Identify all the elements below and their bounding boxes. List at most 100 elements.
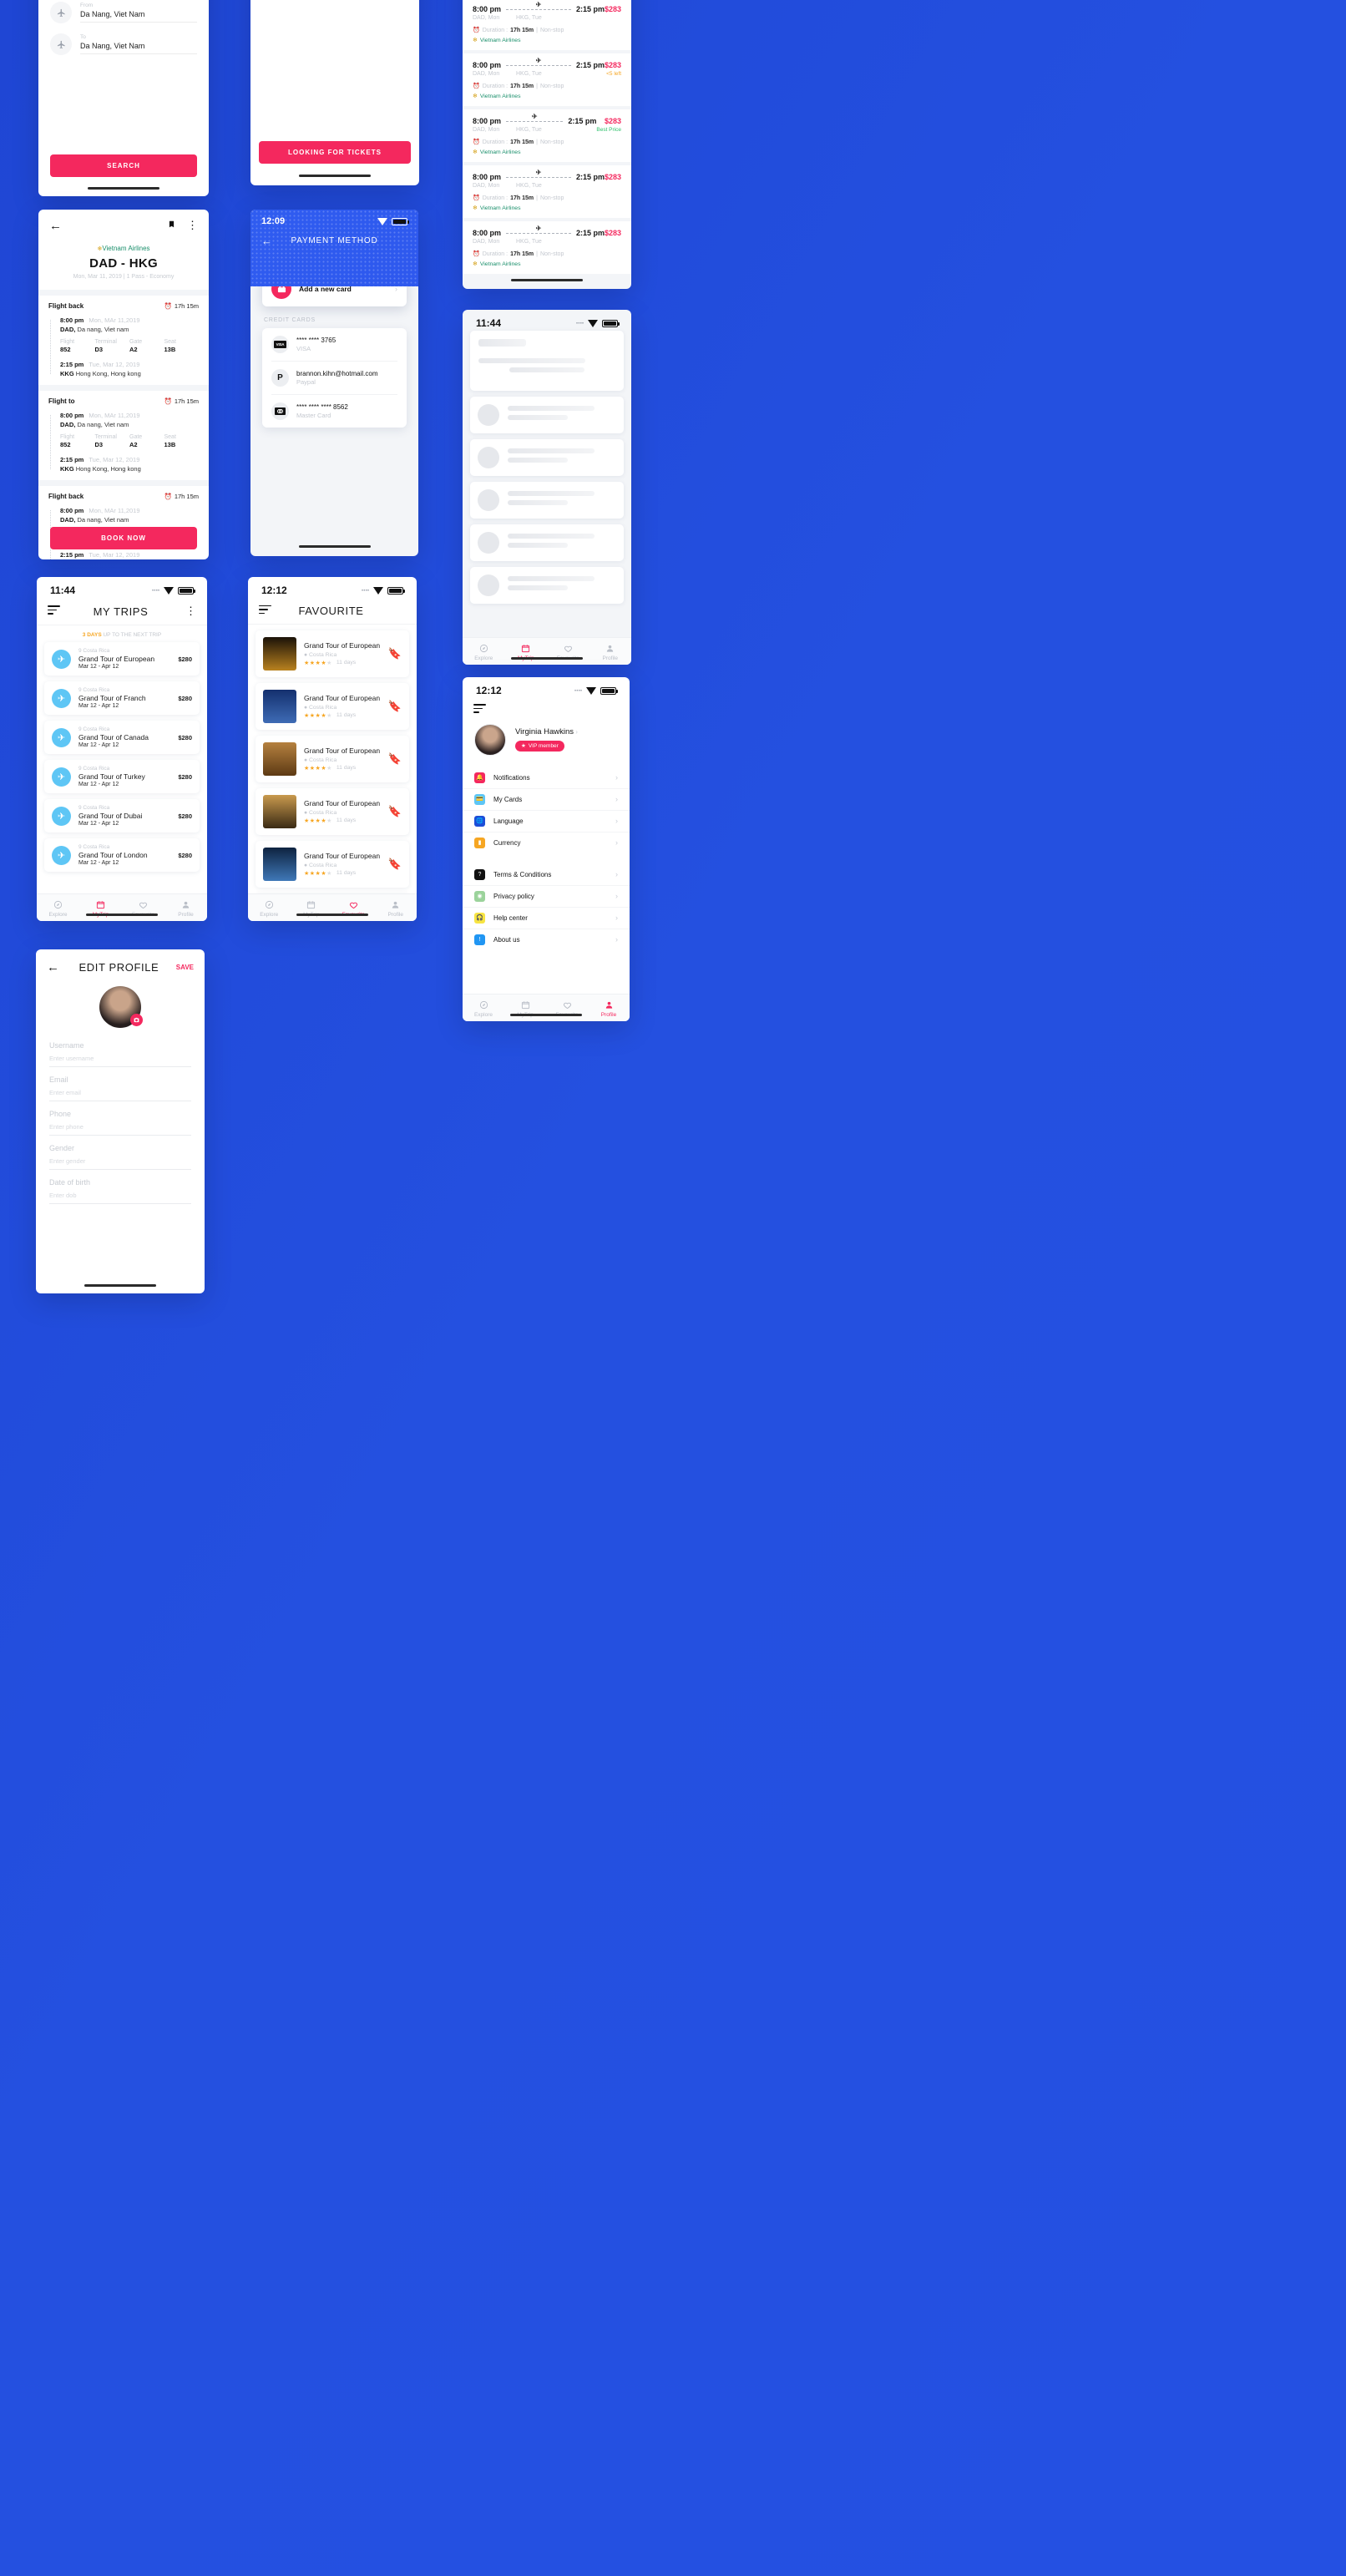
bookmark-icon[interactable]: 🔖: [388, 647, 402, 660]
profile-menu-group-1[interactable]: 🔔 Notifications › 💳 My Cards › 🌐 Language › ▮ Curr…: [463, 767, 630, 853]
destination-location: ● Costa Rica: [304, 651, 337, 658]
tab-explore[interactable]: Explore: [463, 644, 505, 661]
tab-explore[interactable]: Explore: [463, 1000, 504, 1018]
trip-card[interactable]: ✈ 9 Costa Rica Grand Tour of Dubai Mar 12 -…: [44, 799, 200, 833]
edit-profile-fields[interactable]: Username Enter username Email Enter email Ph…: [36, 1033, 205, 1204]
payment-hero: 12:09 ← PAYMENT METHOD: [250, 210, 418, 286]
back-icon[interactable]: ←: [49, 219, 64, 233]
bookmark-icon[interactable]: [168, 218, 175, 233]
payment-card-row[interactable]: Pbrannon.kihn@hotmail.com Paypal: [271, 362, 397, 395]
field-placeholder[interactable]: Enter gender: [49, 1152, 191, 1170]
profile-menu-item[interactable]: 🎧 Help center ›: [463, 906, 630, 929]
profile-menu-item[interactable]: ! About us ›: [463, 928, 630, 950]
to-field-row[interactable]: To Da Nang, Viet Nam: [38, 28, 209, 60]
profile-menu-item[interactable]: ◉ Privacy policy ›: [463, 884, 630, 907]
field-placeholder[interactable]: Enter phone: [49, 1118, 191, 1136]
edit-profile-field[interactable]: Username Enter username: [36, 1033, 205, 1067]
flight-result-item[interactable]: 8:00 pm ✈ 2:15 pm DAD, Mon HKG, Tue $283 ⏰ Dura…: [463, 165, 631, 218]
duration-label: Duration :: [482, 139, 509, 145]
favourite-card[interactable]: Grand Tour of European● Costa Rica★★★★★1…: [256, 683, 409, 730]
favourite-card[interactable]: Grand Tour of European● Costa Rica★★★★★1…: [256, 736, 409, 782]
more-options-icon[interactable]: ⋮: [183, 219, 198, 232]
profile-menu-item[interactable]: ▮ Currency ›: [463, 831, 630, 853]
detail-header: ❄Vietnam Airlines DAD - HKG Mon, Mar 11,…: [38, 241, 209, 290]
card-icon: 💳: [474, 793, 485, 805]
tab-profile[interactable]: Profile: [590, 644, 632, 661]
flight-result-item[interactable]: 8:00 pm ✈ 2:15 pm DAD, Mon HKG, Tue $283 <5 le…: [463, 53, 631, 106]
back-icon[interactable]: ←: [47, 960, 62, 974]
tab-profile[interactable]: Profile: [375, 900, 417, 918]
credit-cards-list[interactable]: VISA **** **** 3765 VISA Pbrannon.kihn@hotm…: [262, 328, 407, 428]
bottom-tab-bar[interactable]: Explore MyTrip Favourite Profile: [248, 893, 417, 921]
menu-icon[interactable]: [259, 605, 271, 617]
trip-card[interactable]: ✈ 9 Costa Rica Grand Tour of Canada Mar 12 …: [44, 721, 200, 754]
bottom-tab-bar[interactable]: Explore MyTrip Favourite Profile: [463, 637, 631, 665]
currency-icon: ▮: [474, 837, 485, 848]
favourite-navbar: FAVOURITE: [248, 598, 417, 625]
edit-profile-field[interactable]: Date of birth Enter dob: [36, 1170, 205, 1204]
arrive-city: Hong Kong, Hong kong: [75, 465, 141, 473]
bottom-tab-bar[interactable]: Explore MyTrip Favourite Profile: [37, 893, 207, 921]
menu-icon[interactable]: [473, 704, 486, 713]
search-button[interactable]: SEARCH: [50, 154, 197, 177]
detail-sections: Flight back ⏰ 17h 15m 8:00 pm Mon, MAr 11,20…: [38, 290, 209, 559]
profile-menu-item[interactable]: 🔔 Notifications ›: [463, 767, 630, 788]
trip-card[interactable]: ✈ 9 Costa Rica Grand Tour of Franch Mar 12 …: [44, 681, 200, 715]
bookmark-icon[interactable]: 🔖: [388, 752, 402, 766]
profile-menu-item[interactable]: 💳 My Cards ›: [463, 787, 630, 810]
edit-profile-field[interactable]: Email Enter email: [36, 1067, 205, 1101]
field-placeholder[interactable]: Enter dob: [49, 1187, 191, 1204]
flight-result-item[interactable]: 8:00 pm ✈ 2:15 pm DAD, Mon HKG, Tue $283 Best …: [463, 109, 631, 162]
tab-profile[interactable]: Profile: [588, 1000, 630, 1018]
edit-profile-field[interactable]: Phone Enter phone: [36, 1101, 205, 1136]
tab-explore[interactable]: Explore: [248, 900, 291, 918]
trip-location: 9 Costa Rica: [78, 726, 110, 732]
tab-explore[interactable]: Explore: [37, 900, 79, 918]
favourite-card[interactable]: Grand Tour of European● Costa Rica★★★★★1…: [256, 630, 409, 677]
from-field-row-top[interactable]: From Da Nang, Viet Nam: [38, 0, 209, 28]
arrive-code: HKG, Tue: [516, 71, 542, 77]
trip-card[interactable]: ✈ 9 Costa Rica Grand Tour of European Mar 1…: [44, 642, 200, 676]
profile-menu-item[interactable]: ? Terms & Conditions ›: [463, 864, 630, 885]
trip-card[interactable]: ✈ 9 Costa Rica Grand Tour of London Mar 12 …: [44, 838, 200, 872]
trip-dates: Mar 12 - Apr 12: [78, 664, 119, 670]
bookmark-icon[interactable]: 🔖: [388, 700, 402, 713]
destination-name: Grand Tour of European: [304, 746, 381, 756]
favourite-list[interactable]: Grand Tour of European ● Costa Rica ★★★★★ 1…: [248, 625, 417, 921]
more-options-icon[interactable]: ⋮: [181, 605, 196, 618]
profile-menu-item[interactable]: 🌐 Language ›: [463, 809, 630, 832]
trip-card[interactable]: ✈ 9 Costa Rica Grand Tour of Turkey Mar 12 …: [44, 760, 200, 793]
favourite-card[interactable]: Grand Tour of European● Costa Rica★★★★★1…: [256, 841, 409, 888]
menu-icon[interactable]: [48, 605, 60, 617]
profile-menu-group-2[interactable]: ? Terms & Conditions › ◉ Privacy policy › 🎧 Hel…: [463, 864, 630, 950]
profile-user-block[interactable]: Virginia Hawkins › ★ VIP member: [463, 716, 630, 767]
trips-list[interactable]: ✈ 9 Costa Rica Grand Tour of European Mar 1…: [37, 642, 207, 872]
arrive-date: Tue, Mar 12, 2019: [89, 361, 140, 368]
flight-result-item[interactable]: 8:00 pm ✈ 2:15 pm DAD, Mon HKG, Tue $283 ⏰ Dura…: [463, 221, 631, 274]
plane-icon: ✈: [535, 56, 542, 64]
duration-label: Duration :: [482, 27, 509, 33]
leg-title: Flight back: [48, 302, 84, 310]
depart-time: 8:00 pm: [60, 507, 84, 514]
edit-profile-field[interactable]: Gender Enter gender: [36, 1136, 205, 1170]
back-icon[interactable]: ←: [261, 235, 272, 247]
book-now-button[interactable]: BOOK NOW: [50, 527, 197, 549]
flight-results-list[interactable]: 8:00 pm ✈ 2:15 pm DAD, Mon HKG, Tue $283 ⏰ Dura…: [463, 0, 631, 274]
bookmark-icon[interactable]: 🔖: [388, 858, 402, 871]
save-button[interactable]: SAVE: [176, 964, 194, 971]
skeleton-card: [470, 567, 624, 604]
payment-card-row[interactable]: **** **** **** 8562 Master Card: [271, 395, 397, 428]
favourite-card[interactable]: Grand Tour of European● Costa Rica★★★★★1…: [256, 788, 409, 835]
tab-profile[interactable]: Profile: [164, 900, 207, 918]
avatar-upload[interactable]: [99, 986, 143, 1028]
card-type: Paypal: [296, 378, 316, 386]
bookmark-icon[interactable]: 🔖: [388, 805, 402, 818]
depart-time: 8:00 pm: [473, 117, 502, 125]
bottom-tab-bar[interactable]: Explore MyTrip Favourite Profile: [463, 994, 630, 1021]
field-placeholder[interactable]: Enter email: [49, 1084, 191, 1101]
camera-icon[interactable]: [130, 1014, 143, 1026]
looking-for-tickets-button[interactable]: LOOKING FOR TICKETS: [259, 140, 411, 164]
flight-result-item[interactable]: 8:00 pm ✈ 2:15 pm DAD, Mon HKG, Tue $283 ⏰ Dura…: [463, 0, 631, 50]
payment-card-row[interactable]: VISA **** **** 3765 VISA: [271, 328, 397, 362]
field-placeholder[interactable]: Enter username: [49, 1050, 191, 1067]
